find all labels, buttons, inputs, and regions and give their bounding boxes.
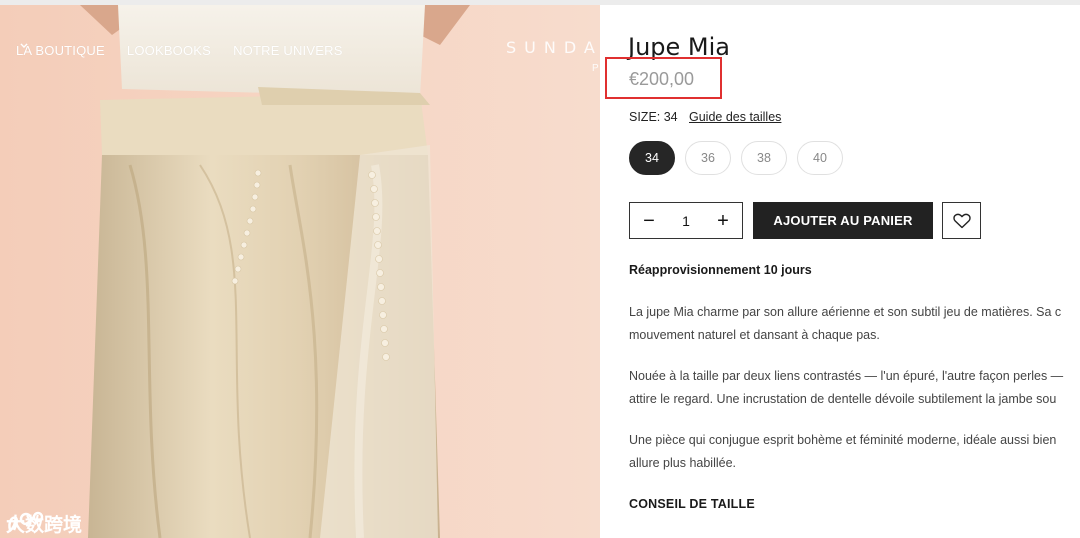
restock-notice: Réapprovisionnement 10 jours bbox=[629, 263, 812, 277]
skirt-photo bbox=[80, 5, 470, 538]
nav-item-label: LA BOUTIQUE bbox=[16, 43, 105, 58]
size-advice-heading[interactable]: CONSEIL DE TAILLE bbox=[629, 497, 755, 511]
product-image: LA BOUTIQUE LOOKBOOKS NOTRE UNIVERS SUND… bbox=[0, 5, 600, 538]
nav-item-lookbooks[interactable]: LOOKBOOKS bbox=[20, 43, 212, 58]
size-option-36[interactable]: 36 bbox=[685, 141, 731, 175]
heart-icon bbox=[952, 213, 971, 228]
description-line: Nouée à la taille par deux liens contras… bbox=[629, 369, 1064, 383]
main-nav: LA BOUTIQUE LOOKBOOKS NOTRE UNIVERS bbox=[16, 43, 365, 58]
nav-item-notre-univers[interactable]: NOTRE UNIVERS bbox=[20, 43, 343, 58]
quantity-stepper: − 1 + bbox=[629, 202, 743, 239]
description-line: allure plus habillée. bbox=[629, 456, 737, 470]
brand-logo-sub: P bbox=[592, 63, 599, 74]
quantity-value[interactable]: 1 bbox=[682, 213, 690, 229]
brand-logo[interactable]: SUNDA bbox=[506, 38, 600, 57]
wishlist-button[interactable] bbox=[942, 202, 981, 239]
nav-item-la-boutique[interactable]: LA BOUTIQUE bbox=[16, 43, 105, 58]
size-selector: 34 36 38 40 bbox=[629, 141, 853, 175]
nav-item-label: NOTRE UNIVERS bbox=[233, 43, 343, 58]
increase-quantity-button[interactable]: + bbox=[716, 211, 730, 231]
description-paragraph-1: La jupe Mia charme par son allure aérien… bbox=[629, 301, 1080, 347]
nav-item-label: LOOKBOOKS bbox=[126, 43, 212, 58]
decrease-quantity-button[interactable]: − bbox=[642, 211, 656, 231]
description-paragraph-3: Une pièce qui conjugue esprit bohème et … bbox=[629, 429, 1080, 475]
size-label: SIZE: 34 bbox=[629, 110, 678, 124]
size-option-34[interactable]: 34 bbox=[629, 141, 675, 175]
description-line: attire le regard. Une incrustation de de… bbox=[629, 392, 1057, 406]
add-to-cart-button[interactable]: AJOUTER AU PANIER bbox=[753, 202, 933, 239]
description-line: mouvement naturel et dansant à chaque pa… bbox=[629, 328, 880, 342]
watermark-logo-icon bbox=[8, 511, 44, 531]
size-option-38[interactable]: 38 bbox=[741, 141, 787, 175]
description-line: La jupe Mia charme par son allure aérien… bbox=[629, 305, 1062, 319]
price-highlight-box bbox=[605, 57, 722, 99]
size-guide-link[interactable]: Guide des tailles bbox=[689, 110, 781, 124]
size-option-40[interactable]: 40 bbox=[797, 141, 843, 175]
chevron-down-icon bbox=[20, 43, 28, 48]
description-line: Une pièce qui conjugue esprit bohème et … bbox=[629, 433, 1057, 447]
watermark: 大数跨境 bbox=[6, 510, 82, 537]
description-paragraph-2: Nouée à la taille par deux liens contras… bbox=[629, 365, 1080, 411]
